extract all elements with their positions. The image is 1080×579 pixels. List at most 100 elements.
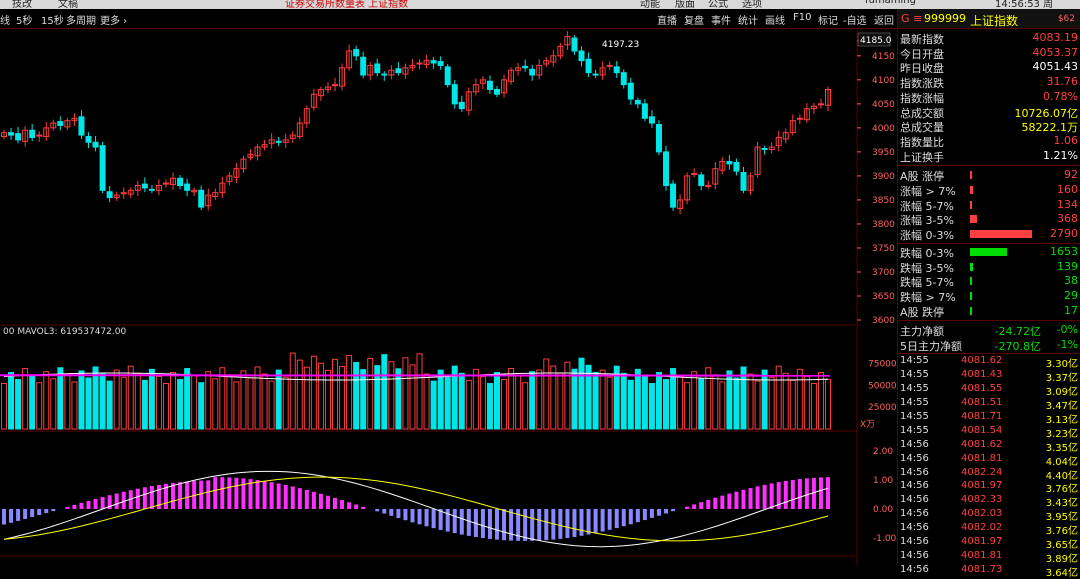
volume-bar <box>171 372 176 429</box>
candle <box>642 104 647 118</box>
menu-item[interactable]: 动能 <box>640 0 660 9</box>
quote-label: 指数量比 <box>900 134 944 150</box>
quote-label: 总成交量 <box>900 119 944 135</box>
tick-time: 14:56 <box>900 480 929 491</box>
breadth-label: A股 跌停 <box>900 304 944 320</box>
volume-bar <box>628 380 633 429</box>
tick-amount: 3.23亿 <box>1046 425 1078 440</box>
volume-bar <box>769 377 774 429</box>
period-tab[interactable]: 5秒 <box>16 12 32 27</box>
tick-time: 14:55 <box>900 383 929 394</box>
volume-bar <box>30 376 35 429</box>
menu-item[interactable]: 技改 <box>12 0 32 9</box>
macd-histogram-bar <box>805 478 809 509</box>
tick-time: 14:55 <box>900 397 929 408</box>
tick-time: 14:56 <box>900 467 929 478</box>
macd-histogram-bar <box>30 509 34 517</box>
tick-price: 4081.62 <box>961 355 1002 366</box>
chart-area[interactable]: 4150410040504000395039003850380037503700… <box>0 29 897 565</box>
breadth-count: 92 <box>1064 168 1078 181</box>
menu-item[interactable]: 版面 <box>675 0 695 9</box>
macd-histogram-bar <box>284 485 288 509</box>
volume-bar <box>480 376 485 429</box>
macd-histogram-bar <box>453 509 457 533</box>
volume-bar <box>579 358 584 429</box>
live-button[interactable]: 直播 <box>657 12 677 27</box>
volume-bar <box>424 374 429 429</box>
current-price-label: 4185.0 <box>860 36 892 46</box>
watchlist-button[interactable]: -自选 <box>843 12 867 27</box>
system-menu-bar: 技改 文稿 证券交易所数量表 上证指数 动能 版面 公式 选项 fumaming… <box>0 0 1080 9</box>
macd-histogram-bar <box>347 502 351 509</box>
period-tab[interactable]: 15秒 <box>41 12 64 27</box>
candle <box>664 152 669 186</box>
macd-histogram-bar <box>199 481 203 509</box>
tick-row: 14:564081.973.76亿 <box>898 480 1080 493</box>
price-tick-label: 3900 <box>872 172 895 182</box>
more-periods-button[interactable]: 更多 › <box>100 12 127 27</box>
macd-histogram-bar <box>713 498 717 509</box>
candle <box>199 190 204 207</box>
replay-button[interactable]: 复盘 <box>684 12 704 27</box>
candlestick-series <box>2 31 831 214</box>
clock: 14:56:53 周 <box>995 0 1053 9</box>
breadth-row: 涨幅 5-7%134 <box>898 198 1080 212</box>
breadth-bar <box>970 307 972 315</box>
candle <box>607 65 612 66</box>
tick-row: 14:554081.623.30亿 <box>898 355 1080 368</box>
period-tab[interactable]: 线 <box>0 12 10 27</box>
volume-bar <box>466 380 471 429</box>
candle <box>142 184 147 188</box>
volume-bar <box>333 359 338 429</box>
breadth-count: 160 <box>1057 183 1078 196</box>
tick-row: 14:564081.973.65亿 <box>898 536 1080 549</box>
macd-histogram-bar <box>2 509 6 525</box>
tick-price: 4081.97 <box>961 480 1002 491</box>
macd-histogram-bar <box>227 477 231 509</box>
tick-row: 14:554081.713.13亿 <box>898 411 1080 424</box>
volume-bar <box>382 355 387 429</box>
macd-histogram-bar <box>418 509 422 524</box>
stats-button[interactable]: 统计 <box>738 12 758 27</box>
tick-price: 4081.62 <box>961 439 1002 450</box>
price-tick-label: 4050 <box>872 100 895 110</box>
macd-histogram-bar <box>481 509 485 538</box>
candle <box>572 38 577 51</box>
menu-item[interactable]: 选项 <box>742 0 762 9</box>
breadth-row: 跌幅 5-7%38 <box>898 274 1080 288</box>
window-title: 证券交易所数量表 上证指数 <box>285 0 408 9</box>
breadth-bar <box>970 201 972 209</box>
macd-histogram-bar <box>594 509 598 533</box>
tick-row: 14:564082.244.40亿 <box>898 467 1080 480</box>
volume-bar <box>121 377 126 429</box>
volume-bar <box>487 384 492 430</box>
volume-bar <box>431 381 436 429</box>
menu-item[interactable]: 文稿 <box>58 0 78 9</box>
volume-bar <box>185 369 190 429</box>
macd-histogram-bar <box>467 509 471 536</box>
volume-bar <box>37 383 42 429</box>
events-button[interactable]: 事件 <box>711 12 731 27</box>
macd-histogram-bar <box>685 507 689 509</box>
volume-bar <box>65 375 70 429</box>
macd-histogram-bar <box>601 509 605 532</box>
f10-button[interactable]: F10 <box>793 12 811 23</box>
macd-histogram-bar <box>558 509 562 539</box>
mark-button[interactable]: 标记 <box>818 12 838 27</box>
back-button[interactable]: 返回 <box>874 12 894 27</box>
volume-bar <box>79 371 84 429</box>
tick-amount: 3.64亿 <box>1046 564 1078 579</box>
macd-histogram-bar <box>495 509 499 540</box>
period-tab[interactable]: 多周期 <box>66 12 96 27</box>
draw-line-button[interactable]: 画线 <box>765 12 785 27</box>
menu-item[interactable]: 公式 <box>708 0 728 9</box>
tick-time: 14:56 <box>900 536 929 547</box>
candle <box>530 69 535 75</box>
candle <box>37 135 42 136</box>
macd-histogram-bar <box>319 494 323 509</box>
volume-bar <box>2 384 7 430</box>
price-tick-label: 3750 <box>872 244 895 254</box>
macd-histogram-bar <box>699 502 703 509</box>
volume-bar <box>797 369 802 429</box>
candle <box>16 134 21 140</box>
